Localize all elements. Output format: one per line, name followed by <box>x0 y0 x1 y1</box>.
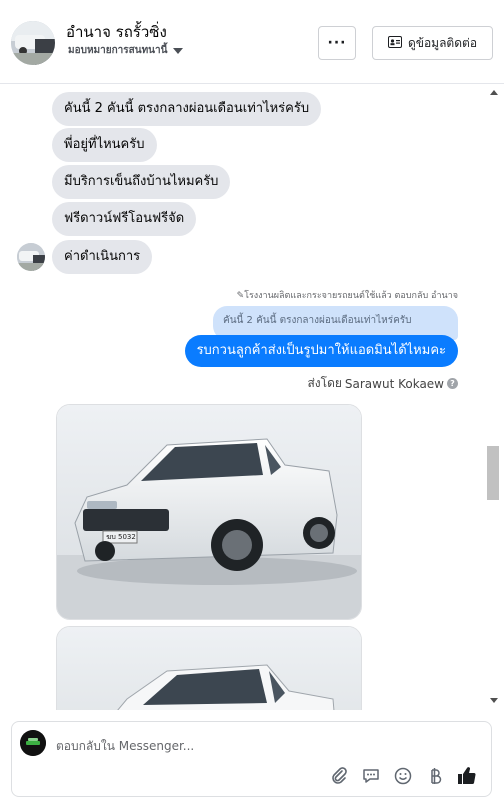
scroll-up-arrow[interactable] <box>490 90 498 95</box>
message-thread[interactable]: คันนี้ 2 คันนี้ ตรงกลางผ่อนเดือนเท่าไหร่… <box>0 84 504 710</box>
sender-avatar[interactable] <box>17 243 45 271</box>
sent-by-prefix: ส่งโดย <box>307 376 342 390</box>
thumbs-up-icon[interactable] <box>457 766 477 786</box>
smiley-icon[interactable] <box>393 766 413 786</box>
contact-name[interactable]: อำนาจ รถรั้วซิ่ง <box>66 20 167 44</box>
contact-card-icon <box>387 35 402 51</box>
sent-by-name: Sarawut Kokaew <box>344 376 444 391</box>
composer-toolbar <box>329 766 477 786</box>
reply-composer[interactable]: ตอบกลับใน Messenger... <box>11 721 492 797</box>
caret-down-icon <box>173 47 184 54</box>
more-options-button[interactable]: ··· <box>318 26 356 60</box>
incoming-message[interactable]: มีบริการเข็นถึงบ้านไหมครับ <box>52 165 231 199</box>
assign-conversation[interactable]: มอบหมายการสนทนานี้ <box>68 43 184 58</box>
scroll-down-arrow[interactable] <box>490 698 498 703</box>
incoming-message[interactable]: ฟรีดาวน์ฟรีโอนฟรีจัด <box>52 202 197 236</box>
baht-icon[interactable] <box>425 766 445 786</box>
car-photo[interactable]: ฆบ 5032 <box>56 404 362 620</box>
car-photo[interactable] <box>56 626 362 710</box>
scrollbar-thumb[interactable] <box>487 446 499 500</box>
info-button-label: ดูข้อมูลติดต่อ <box>407 35 478 50</box>
conversation-header: อำนาจ รถรั้วซิ่ง มอบหมายการสนทนานี้ ··· … <box>0 0 504 84</box>
chat-bubble-icon[interactable] <box>361 766 381 786</box>
incoming-message[interactable]: พี่อยู่ที่ไหนครับ <box>52 128 157 162</box>
paperclip-icon[interactable] <box>329 766 349 786</box>
reply-context-note: ✎โรงงานผลิตและกระจายรถยนต์ใช้แล้ว ตอบกลั… <box>236 291 458 301</box>
license-plate: ฆบ 5032 <box>106 533 136 541</box>
incoming-message[interactable]: ค่าดำเนินการ <box>52 240 153 274</box>
view-contact-info-button[interactable]: ดูข้อมูลติดต่อ <box>372 26 493 60</box>
sent-by-line: ส่งโดย Sarawut Kokaew ? <box>307 374 458 393</box>
reply-input[interactable]: ตอบกลับใน Messenger... <box>56 737 194 756</box>
page-logo-icon <box>20 730 46 756</box>
incoming-message[interactable]: คันนี้ 2 คันนี้ ตรงกลางผ่อนเดือนเท่าไหร่… <box>52 92 322 126</box>
outgoing-message[interactable]: รบกวนลูกค้าส่งเป็นรูปมาให้แอดมินได้ไหมคะ <box>184 335 458 367</box>
contact-avatar[interactable] <box>11 21 55 65</box>
help-icon[interactable]: ? <box>447 378 458 389</box>
assign-label: มอบหมายการสนทนานี้ <box>68 45 168 56</box>
